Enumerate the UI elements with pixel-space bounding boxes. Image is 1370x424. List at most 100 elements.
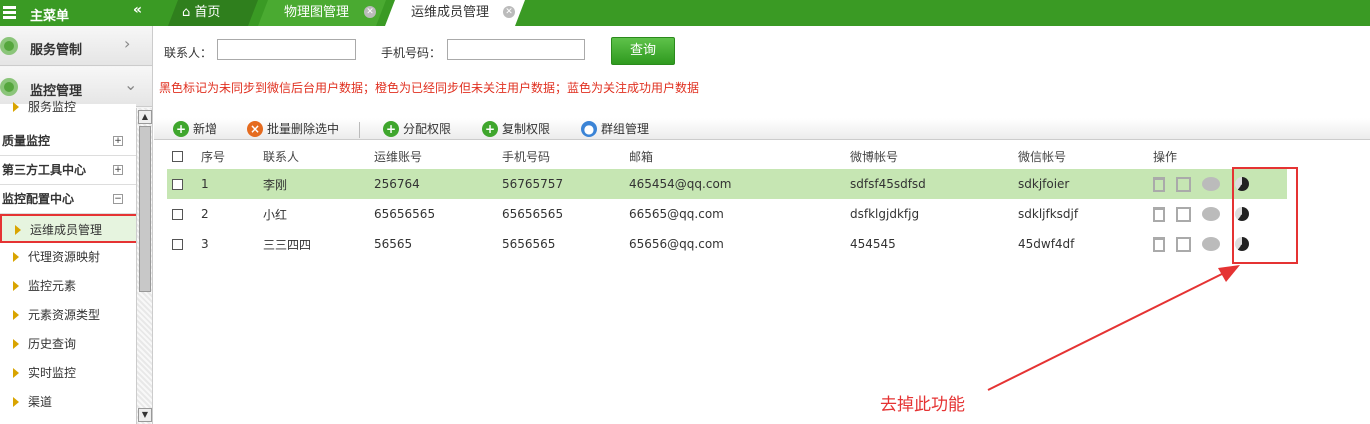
toolbar-label: 复制权限 <box>502 122 551 136</box>
row-checkbox[interactable] <box>172 179 183 190</box>
tab-ops-members[interactable]: 运维成员管理 ✕ <box>385 0 525 26</box>
group-label: 质量监控 <box>2 134 51 148</box>
cell-email: 65656@qq.com <box>629 237 724 251</box>
sidebar-item-label: 实时监控 <box>28 366 77 380</box>
toolbar-label: 群组管理 <box>601 122 650 136</box>
sidebar-item-service-monitor[interactable]: 服务监控 <box>0 97 136 117</box>
edit-icon[interactable] <box>1176 206 1191 222</box>
edit-icon[interactable] <box>1176 236 1191 252</box>
select-all-cell <box>167 143 196 169</box>
pencil-icon <box>13 310 19 320</box>
contact-input[interactable] <box>217 39 356 60</box>
row-checkbox[interactable] <box>172 209 183 220</box>
column-header: 邮箱 <box>629 149 654 164</box>
table-row[interactable]: 1 李刚 256764 56765757 465454@qq.com sdfsf… <box>167 169 1287 199</box>
sidebar-tree: 服务监控 质量监控 + 第三方工具中心 + 监控配置中心 − 运维成员管理 代理资源映… <box>0 100 146 424</box>
expand-icon[interactable]: + <box>113 136 123 146</box>
wechat-icon[interactable] <box>1202 177 1220 191</box>
query-button[interactable]: 查询 <box>611 37 675 65</box>
annotation-text: 去掉此功能 <box>880 395 965 415</box>
pencil-icon <box>15 225 21 235</box>
chevron-right-icon: › <box>124 34 131 53</box>
column-header: 序号 <box>201 149 226 164</box>
scroll-down-icon[interactable]: ▼ <box>138 408 152 422</box>
group-manage-button[interactable]: ● 群组管理 <box>581 120 649 138</box>
add-button[interactable]: + 新增 <box>173 120 217 138</box>
toolbar-label: 批量删除选中 <box>267 122 340 136</box>
sidebar-item-channel[interactable]: 渠道 <box>0 388 136 417</box>
cell-email: 66565@qq.com <box>629 207 724 221</box>
expand-icon[interactable]: + <box>113 165 123 175</box>
top-bar: 主菜单 « ⌂ 首页 物理图管理 ✕ 运维成员管理 ✕ <box>0 0 1370 26</box>
select-all-checkbox[interactable] <box>172 151 183 162</box>
pencil-icon <box>13 252 19 262</box>
add-icon: + <box>173 121 189 137</box>
sidebar-item-label: 服务监控 <box>28 100 77 114</box>
collapse-menu-icon[interactable]: « <box>133 2 142 18</box>
batch-delete-button[interactable]: × 批量删除选中 <box>247 120 339 138</box>
cell-wechat: sdkjfoier <box>1013 169 1148 199</box>
gear-icon <box>0 37 18 55</box>
cell-email: 465454@qq.com <box>624 169 845 199</box>
tab-label: 首页 <box>194 5 221 20</box>
cell-phone: 65656565 <box>502 207 564 221</box>
trash-icon[interactable] <box>1153 206 1165 222</box>
cell-weibo: sdfsf45sdfsd <box>845 169 1013 199</box>
sidebar-scrollbar[interactable]: ▲ ▼ <box>136 108 152 424</box>
sidebar-item-label: 监控元素 <box>28 279 77 293</box>
menu-grid-icon[interactable] <box>3 6 16 19</box>
sidebar-item-history[interactable]: 历史查询 <box>0 330 136 359</box>
home-icon: ⌂ <box>182 5 191 20</box>
table-row[interactable]: 3 三三四四 56565 5656565 65656@qq.com 454545… <box>167 229 1287 259</box>
toolbar-divider <box>359 122 360 138</box>
cell-phone: 56765757 <box>497 169 624 199</box>
tab-label: 运维成员管理 <box>411 5 490 20</box>
assign-permission-button[interactable]: + 分配权限 <box>383 120 451 138</box>
delete-icon: × <box>247 121 263 137</box>
cell-wechat: 45dwf4df <box>1018 237 1075 251</box>
group-label: 第三方工具中心 <box>2 163 87 177</box>
column-header: 手机号码 <box>502 149 551 164</box>
sidebar-section-service[interactable]: 服务管制 › <box>0 26 152 66</box>
sidebar-item-element-types[interactable]: 元素资源类型 <box>0 301 136 330</box>
sidebar-group-third-party[interactable]: 第三方工具中心 + <box>0 156 136 185</box>
sidebar-item-label: 运维成员管理 <box>30 223 103 237</box>
sidebar-item-label: 渠道 <box>28 395 53 409</box>
sidebar-item-monitor-elements[interactable]: 监控元素 <box>0 272 136 301</box>
close-icon[interactable]: ✕ <box>503 6 515 18</box>
sidebar-item-proxy-mapping[interactable]: 代理资源映射 <box>0 243 136 272</box>
cell-no: 1 <box>196 169 258 199</box>
main-menu-title: 主菜单 <box>30 9 70 24</box>
section-label: 服务管制 <box>30 43 83 58</box>
sidebar-item-ops-members[interactable]: 运维成员管理 <box>0 214 146 243</box>
table-row[interactable]: 2 小红 65656565 65656565 66565@qq.com dsfk… <box>167 199 1287 229</box>
sidebar-group-quality[interactable]: 质量监控 + <box>0 127 136 156</box>
cell-account: 56565 <box>374 237 413 251</box>
phone-input[interactable] <box>447 39 585 60</box>
wechat-icon[interactable] <box>1202 237 1220 251</box>
add-icon: + <box>383 121 399 137</box>
scroll-up-icon[interactable]: ▲ <box>138 110 152 124</box>
tab-physical-map[interactable]: 物理图管理 ✕ <box>258 0 386 26</box>
collapse-icon[interactable]: − <box>113 194 123 204</box>
toolbar-label: 分配权限 <box>403 122 452 136</box>
column-header: 操作 <box>1153 149 1178 164</box>
sidebar-group-config[interactable]: 监控配置中心 − <box>0 185 136 214</box>
tab-home[interactable]: ⌂ 首页 <box>168 0 258 26</box>
contact-label: 联系人： <box>164 46 213 60</box>
cell-contact: 小红 <box>263 207 288 222</box>
add-icon: + <box>482 121 498 137</box>
copy-permission-button[interactable]: + 复制权限 <box>482 120 550 138</box>
row-checkbox[interactable] <box>172 239 183 250</box>
edit-icon[interactable] <box>1176 176 1191 192</box>
sidebar-item-realtime[interactable]: 实时监控 <box>0 359 136 388</box>
scroll-thumb[interactable] <box>139 126 151 292</box>
close-icon[interactable]: ✕ <box>364 6 376 18</box>
pencil-icon <box>13 281 19 291</box>
wechat-icon[interactable] <box>1202 207 1220 221</box>
members-table: 序号 联系人 运维账号 手机号码 邮箱 微博帐号 微信帐号 操作 1 李刚 25… <box>167 143 1287 259</box>
column-header: 微博帐号 <box>850 149 899 164</box>
cell-contact: 三三四四 <box>263 237 312 252</box>
trash-icon[interactable] <box>1153 176 1165 192</box>
trash-icon[interactable] <box>1153 236 1165 252</box>
